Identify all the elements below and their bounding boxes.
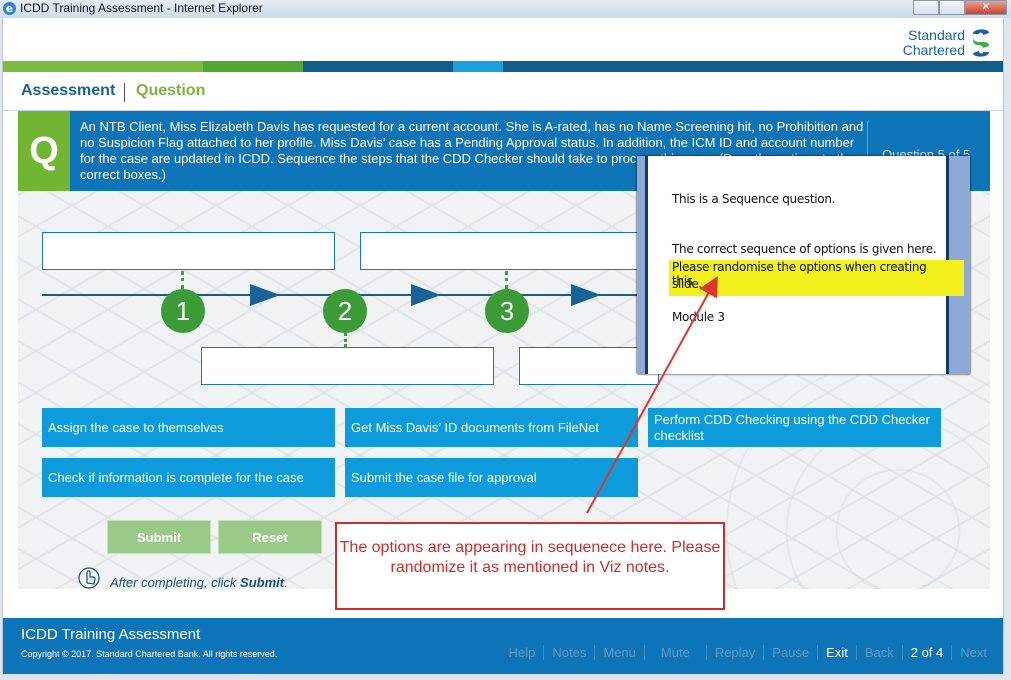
- review-comment-box: The options are appearing in sequenece h…: [335, 522, 725, 610]
